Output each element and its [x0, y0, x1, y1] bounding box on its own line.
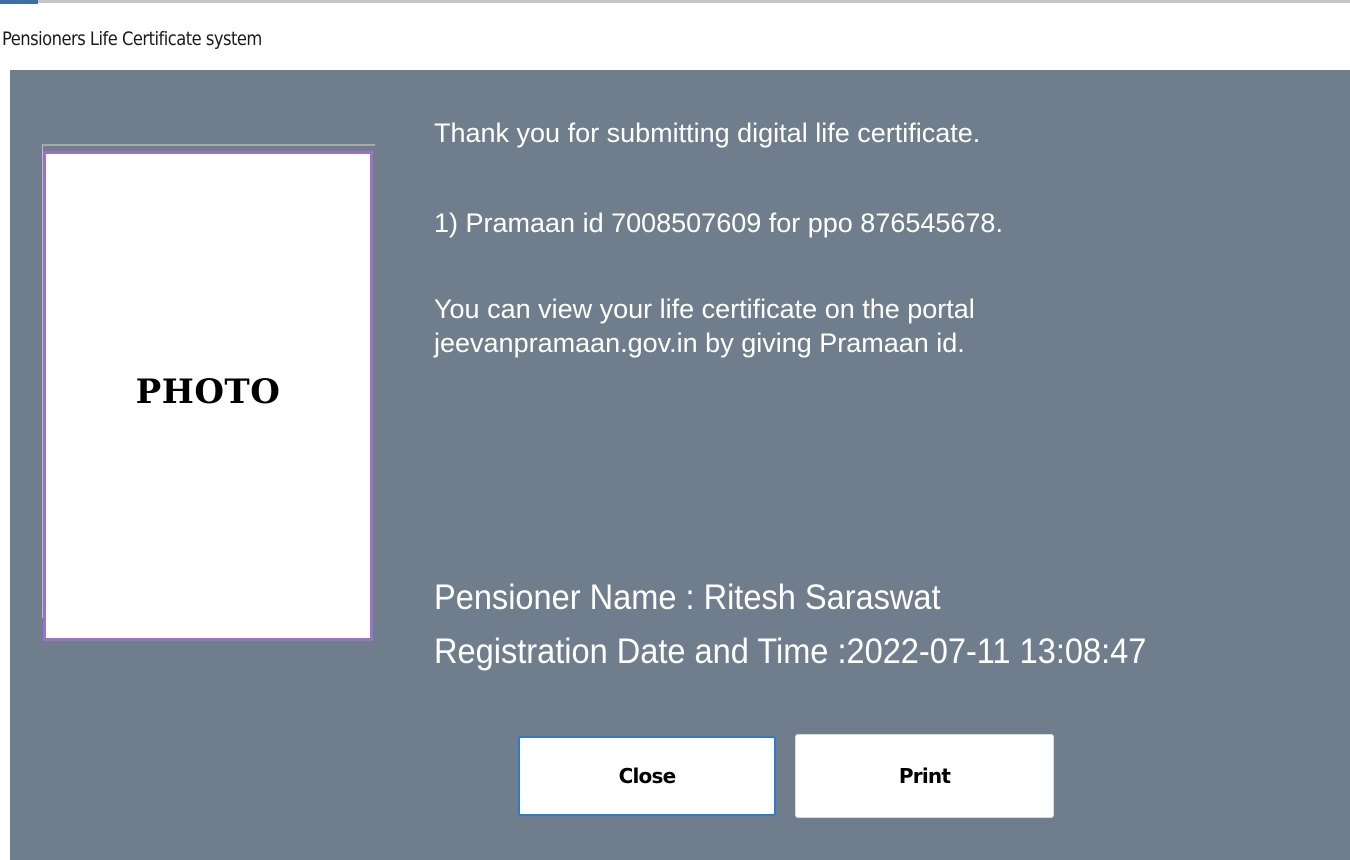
photo-placeholder-label: PHOTO [135, 372, 281, 412]
pramaan-id-message: 1) Pramaan id 7008507609 for ppo 8765456… [434, 208, 1003, 238]
thank-you-message: Thank you for submitting digital life ce… [434, 118, 981, 148]
confirmation-panel: PHOTO Thank you for submitting digital l… [10, 70, 1350, 860]
close-button[interactable]: Close [518, 736, 776, 816]
pensioner-photo: PHOTO [43, 151, 373, 641]
portal-info-line-1: You can view your life certificate on th… [434, 294, 975, 324]
window-title: Pensioners Life Certificate system [2, 28, 262, 50]
pensioner-name: Pensioner Name : Ritesh Saraswat [434, 578, 941, 617]
print-button[interactable]: Print [795, 734, 1054, 818]
title-divider [0, 0, 1350, 3]
portal-info-line-2: jeevanpramaan.gov.in by giving Pramaan i… [434, 328, 965, 358]
window-titlebar: Pensioners Life Certificate system [0, 0, 1350, 70]
life-certificate-window: Pensioners Life Certificate system PHOTO… [0, 0, 1350, 860]
registration-datetime: Registration Date and Time :2022-07-11 1… [434, 632, 1147, 671]
title-accent-bar [0, 0, 38, 4]
